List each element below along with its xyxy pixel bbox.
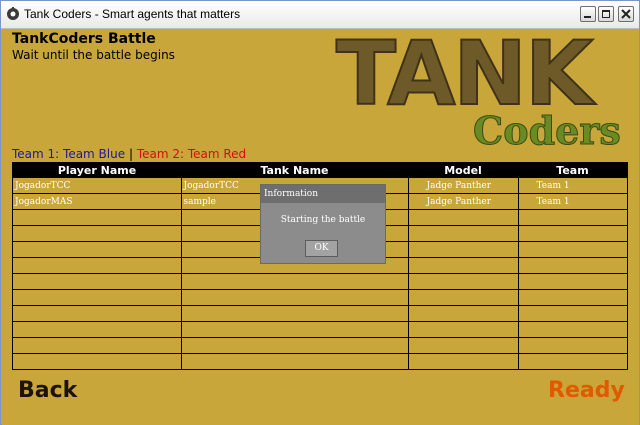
team1-label: Team 1: Team Blue (12, 147, 126, 161)
page-title: TankCoders Battle (12, 31, 156, 47)
cell-tank-name (181, 353, 409, 369)
cell-model (408, 321, 519, 338)
cell-player-name (13, 321, 182, 338)
cell-team (518, 273, 627, 290)
information-dialog: Information Starting the battle OK (260, 184, 386, 264)
table-row[interactable] (13, 321, 627, 338)
cell-model (408, 241, 519, 258)
tank-coders-app-icon (7, 7, 19, 20)
dialog-title[interactable]: Information (261, 185, 385, 203)
cell-model: Jadge Panther (408, 193, 519, 210)
cell-team (518, 225, 627, 242)
cell-player-name (13, 305, 182, 322)
cell-model (408, 209, 519, 226)
table-row[interactable] (13, 337, 627, 354)
table-row[interactable] (13, 273, 627, 290)
cell-model (408, 305, 519, 322)
window-title: Tank Coders - Smart agents that matters (24, 7, 241, 21)
cell-tank-name (181, 337, 409, 354)
logo-coders-text: Coders (473, 108, 622, 154)
column-header-team[interactable]: Team (518, 163, 627, 178)
table-row[interactable] (13, 353, 627, 370)
column-header-model[interactable]: Model (408, 163, 518, 178)
cell-team (518, 289, 627, 306)
cell-player-name (13, 209, 182, 226)
team2-label: Team 2: Team Red (136, 147, 247, 161)
cell-model (408, 337, 519, 354)
column-header-player-name[interactable]: Player Name (13, 163, 181, 178)
battle-screen: TankCoders Battle Wait until the battle … (2, 21, 639, 425)
cell-tank-name (181, 321, 409, 338)
cell-player-name (13, 273, 182, 290)
cell-team (518, 337, 627, 354)
dialog-message: Starting the battle (280, 215, 366, 225)
cell-team (518, 257, 627, 274)
table-row[interactable] (13, 289, 627, 306)
cell-player-name (13, 241, 182, 258)
tank-coders-logo: TANK Coders (335, 21, 636, 157)
cell-tank-name (181, 273, 409, 290)
page-subtitle: Wait until the battle begins (12, 48, 175, 62)
cell-player-name (13, 225, 182, 242)
team-separator: | (128, 147, 133, 161)
cell-team (518, 209, 627, 226)
column-header-tank-name[interactable]: Tank Name (181, 163, 408, 178)
close-icon[interactable] (618, 6, 634, 22)
cell-model (408, 289, 519, 306)
cell-player-name: JogadorTCC (13, 178, 182, 194)
cell-model: Jadge Panther (408, 178, 519, 194)
cell-team (518, 321, 627, 338)
minimize-icon[interactable] (580, 6, 596, 22)
cell-tank-name (181, 305, 409, 322)
app-window: Tank Coders - Smart agents that matters … (0, 0, 640, 425)
cell-team (518, 305, 627, 322)
cell-model (408, 353, 519, 369)
cell-team (518, 241, 627, 258)
ok-button[interactable]: OK (305, 240, 338, 257)
cell-player-name: JogadorMAS (13, 193, 182, 210)
table-header-row: Player Name Tank Name Model Team (13, 163, 627, 178)
cell-model (408, 257, 519, 274)
cell-player-name (13, 289, 182, 306)
back-button[interactable]: Back (18, 378, 77, 403)
teams-legend: Team 1: Team Blue | Team 2: Team Red (12, 147, 246, 161)
cell-team (518, 354, 627, 370)
cell-player-name (13, 337, 182, 354)
cell-model (408, 273, 519, 290)
ready-button[interactable]: Ready (548, 378, 625, 403)
table-row[interactable] (13, 305, 627, 322)
cell-player-name (13, 353, 182, 369)
cell-team: Team 1 (518, 178, 627, 194)
cell-team: Team 1 (518, 193, 627, 210)
maximize-icon[interactable] (598, 6, 614, 22)
cell-player-name (13, 257, 182, 274)
cell-tank-name (181, 289, 409, 306)
cell-model (408, 225, 519, 242)
